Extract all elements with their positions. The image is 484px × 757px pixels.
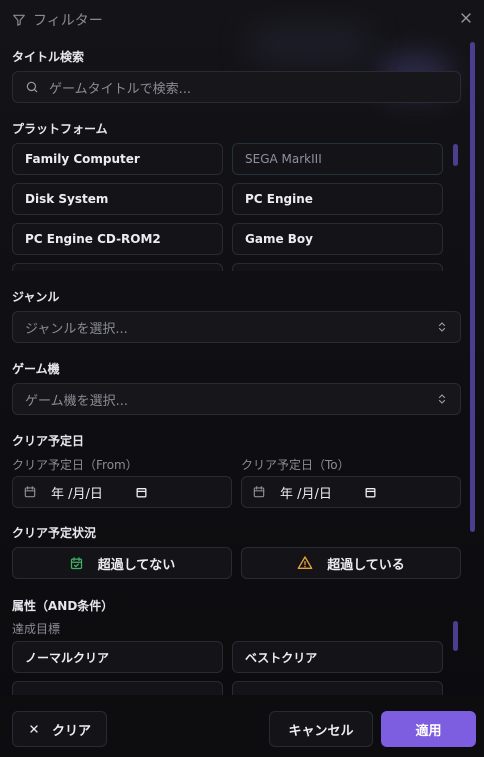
calendar-picker-icon[interactable] <box>364 486 377 499</box>
cancel-button[interactable]: キャンセル <box>269 711 373 747</box>
panel-title: フィルター <box>33 13 103 29</box>
genre-label: ジャンル <box>12 290 60 304</box>
platform-chip[interactable]: PC Engine <box>232 183 443 215</box>
apply-button[interactable]: 適用 <box>381 711 476 747</box>
platform-chip[interactable]: PC Engine CD-ROM2 <box>12 223 223 255</box>
attribute-chip[interactable] <box>12 681 223 695</box>
not-overdue-button[interactable]: 超過してない <box>12 547 232 579</box>
date-from-value: 年 /月/日 <box>51 486 103 502</box>
clear-button[interactable]: クリア <box>12 711 107 747</box>
clear-date-label: クリア予定日 <box>12 434 85 448</box>
overdue-button[interactable]: 超過している <box>241 547 461 579</box>
search-placeholder: ゲームタイトルで検索... <box>49 81 192 97</box>
filter-icon <box>13 14 25 26</box>
console-select[interactable]: ゲーム機を選択... <box>12 383 461 415</box>
date-from-input[interactable]: 年 /月/日 <box>12 476 232 508</box>
calendar-picker-icon[interactable] <box>135 486 148 499</box>
background-blur <box>250 30 370 60</box>
platform-chip[interactable]: Family Computer <box>12 143 223 175</box>
date-to-input[interactable]: 年 /月/日 <box>241 476 461 508</box>
attribute-chip[interactable] <box>232 681 443 695</box>
attributes-scrollbar[interactable] <box>453 621 458 651</box>
chevron-updown-icon <box>438 322 446 332</box>
platform-scrollbar[interactable] <box>453 144 458 166</box>
close-icon[interactable] <box>458 10 474 26</box>
platform-chip[interactable] <box>232 263 443 271</box>
date-to-label: クリア予定日（To） <box>241 458 350 472</box>
close-icon <box>30 725 38 733</box>
platform-label: プラットフォーム <box>12 122 108 136</box>
calendar-icon <box>24 486 36 498</box>
platform-chip[interactable] <box>12 263 223 271</box>
panel-header: フィルター <box>12 8 103 32</box>
platform-chip[interactable]: Disk System <box>12 183 223 215</box>
attribute-chip[interactable]: ベストクリア <box>232 641 443 673</box>
platform-chip[interactable]: Game Boy <box>232 223 443 255</box>
calendar-check-icon <box>70 556 82 569</box>
genre-placeholder: ジャンルを選択... <box>25 321 128 337</box>
clear-label: クリア <box>51 723 91 739</box>
warning-icon <box>297 556 313 569</box>
not-overdue-label: 超過してない <box>97 557 176 573</box>
chevron-updown-icon <box>438 394 446 404</box>
attributes-label: 属性（AND条件） <box>12 599 114 613</box>
attributes-sub-label: 達成目標 <box>12 622 61 636</box>
clear-status-label: クリア予定状況 <box>12 526 97 540</box>
calendar-icon <box>253 486 265 498</box>
scrollbar[interactable] <box>470 42 475 532</box>
genre-select[interactable]: ジャンルを選択... <box>12 311 461 343</box>
platform-list: Family Computer SEGA MarkIII Disk System… <box>12 143 449 271</box>
console-label: ゲーム機 <box>12 362 60 376</box>
search-input[interactable]: ゲームタイトルで検索... <box>12 71 461 103</box>
attribute-chip[interactable]: ノーマルクリア <box>12 641 223 673</box>
date-from-label: クリア予定日（From） <box>12 458 138 472</box>
console-placeholder: ゲーム機を選択... <box>25 393 129 409</box>
overdue-label: 超過している <box>327 557 405 573</box>
filter-panel: フィルター タイトル検索 ゲームタイトルで検索... プラットフォーム Fami… <box>0 0 484 757</box>
platform-chip[interactable]: SEGA MarkIII <box>232 143 443 175</box>
title-search-label: タイトル検索 <box>12 50 85 64</box>
attributes-list: ノーマルクリア ベストクリア <box>12 641 449 695</box>
search-icon <box>26 81 38 93</box>
date-to-value: 年 /月/日 <box>280 486 332 502</box>
